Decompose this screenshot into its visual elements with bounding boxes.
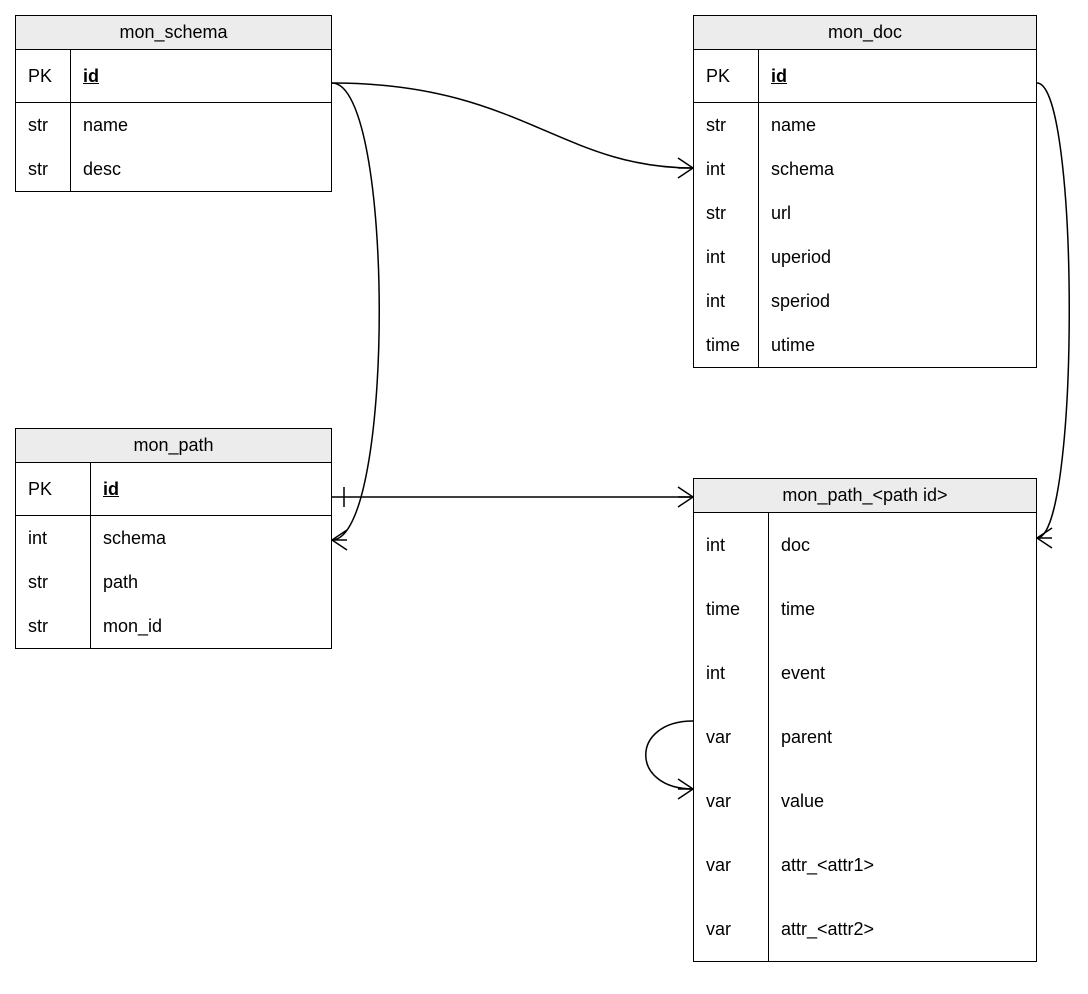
col-type: int xyxy=(694,147,759,191)
pk-type: PK xyxy=(694,50,759,102)
col-name: schema xyxy=(759,147,1036,191)
entity-title: mon_path_<path id> xyxy=(694,479,1036,513)
col-name: value xyxy=(769,769,1036,833)
col-name: doc xyxy=(769,513,1036,577)
col-type: str xyxy=(16,560,91,604)
col-type: time xyxy=(694,323,759,367)
col-name: attr_<attr2> xyxy=(769,897,1036,961)
entity-mon-path-id: mon_path_<path id> int doc time time int… xyxy=(693,478,1037,962)
entity-mon-doc: mon_doc PK id str name int schema str ur… xyxy=(693,15,1037,368)
col-type: int xyxy=(694,641,769,705)
col-name: time xyxy=(769,577,1036,641)
entity-title: mon_doc xyxy=(694,16,1036,50)
col-type: int xyxy=(694,235,759,279)
col-type: str xyxy=(16,147,71,191)
er-diagram-canvas: mon_schema PK id str name str desc mon_d… xyxy=(0,0,1088,994)
col-name: uperiod xyxy=(759,235,1036,279)
col-type: int xyxy=(694,513,769,577)
col-type: int xyxy=(694,279,759,323)
col-name: desc xyxy=(71,147,331,191)
entity-mon-schema: mon_schema PK id str name str desc xyxy=(15,15,332,192)
pk-name: id xyxy=(91,463,331,515)
entity-title: mon_path xyxy=(16,429,331,463)
col-name: name xyxy=(71,103,331,147)
col-name: speriod xyxy=(759,279,1036,323)
pk-type: PK xyxy=(16,463,91,515)
col-type: var xyxy=(694,833,769,897)
col-type: var xyxy=(694,705,769,769)
col-type: str xyxy=(694,103,759,147)
col-name: attr_<attr1> xyxy=(769,833,1036,897)
col-name: schema xyxy=(91,516,331,560)
col-type: str xyxy=(694,191,759,235)
col-type: int xyxy=(16,516,91,560)
entity-mon-path: mon_path PK id int schema str path str m… xyxy=(15,428,332,649)
pk-name: id xyxy=(71,50,331,102)
col-name: event xyxy=(769,641,1036,705)
col-name: url xyxy=(759,191,1036,235)
col-type: var xyxy=(694,769,769,833)
col-name: utime xyxy=(759,323,1036,367)
col-type: str xyxy=(16,103,71,147)
col-name: parent xyxy=(769,705,1036,769)
entity-title: mon_schema xyxy=(16,16,331,50)
col-type: time xyxy=(694,577,769,641)
col-name: mon_id xyxy=(91,604,331,648)
pk-name: id xyxy=(759,50,1036,102)
pk-type: PK xyxy=(16,50,71,102)
col-type: str xyxy=(16,604,91,648)
col-name: name xyxy=(759,103,1036,147)
col-name: path xyxy=(91,560,331,604)
col-type: var xyxy=(694,897,769,961)
